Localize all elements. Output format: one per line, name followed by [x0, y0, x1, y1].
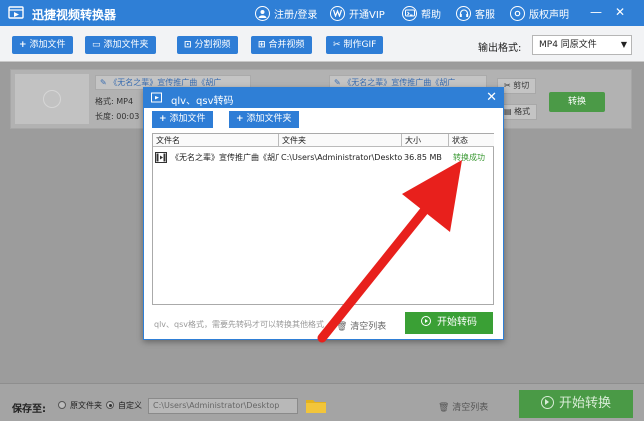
dialog-clear-list-button[interactable]: 🗑 清空列表	[336, 319, 386, 332]
crop-icon: ⊡	[184, 40, 192, 50]
close-icon[interactable]: ✕	[486, 90, 497, 105]
edit-icon: ✎	[100, 78, 110, 87]
convert-button[interactable]: 转换	[549, 92, 605, 112]
app-logo-icon	[151, 92, 162, 103]
radio-source-folder[interactable]	[58, 401, 66, 409]
radio-custom[interactable]	[106, 401, 114, 409]
col-folder[interactable]: 文件夹	[279, 134, 402, 147]
split-video-button[interactable]: ⊡ 分割视频	[177, 36, 238, 54]
nav-copyright[interactable]: 版权声明	[510, 4, 569, 22]
nav-help[interactable]: 帮助	[402, 4, 441, 22]
app-logo-icon	[8, 6, 24, 19]
nav-login[interactable]: 注册/登录	[255, 4, 317, 22]
video-thumbnail	[15, 74, 89, 124]
dialog-title: qlv、qsv转码	[171, 96, 234, 107]
output-format-select[interactable]: MP4 同原文件 ▼	[532, 35, 632, 55]
merge-icon: ⊞	[258, 40, 266, 50]
plus-icon: +	[236, 114, 244, 124]
file-duration: 长度: 00:03	[95, 112, 140, 121]
make-gif-button[interactable]: ✂ 制作GIF	[326, 36, 384, 54]
user-icon	[255, 5, 270, 21]
play-icon	[43, 90, 61, 108]
merge-video-button[interactable]: ⊞ 合并视频	[251, 36, 312, 54]
minimize-icon[interactable]: —	[588, 4, 604, 20]
dialog-hint: qlv、qsv格式，需要先转码才可以转换其他格式	[154, 320, 325, 329]
clear-list-button[interactable]: 🗑 清空列表	[438, 400, 488, 413]
qlv-qsv-dialog: qlv、qsv转码 ✕ + 添加文件 + 添加文件夹 文件名 文件夹 大小 状态 《…	[143, 87, 504, 340]
app-title: 迅捷视频转换器	[32, 8, 117, 22]
folder-icon[interactable]	[306, 398, 326, 413]
edit-icon: ✎	[334, 78, 344, 87]
col-file-name[interactable]: 文件名	[153, 134, 279, 147]
row-size: 36.85 MB	[404, 153, 442, 162]
trash-icon: 🗑	[336, 322, 351, 332]
row-file-name: 《无名之辈》宣传推广曲《胡广	[171, 153, 279, 162]
vip-icon	[330, 5, 345, 21]
start-transcode-button[interactable]: 开始转码	[405, 312, 493, 334]
plus-icon: +	[159, 114, 167, 124]
video-file-icon	[155, 152, 167, 163]
nav-service[interactable]: 客服	[456, 4, 495, 22]
close-icon[interactable]: ✕	[612, 4, 628, 20]
output-format-label: 输出格式:	[478, 43, 522, 54]
chevron-down-icon: ▼	[620, 40, 627, 49]
dialog-add-file-button[interactable]: + 添加文件	[152, 111, 213, 128]
plus-icon: +	[19, 40, 27, 50]
dialog-title-bar: qlv、qsv转码 ✕	[144, 88, 503, 108]
file-format: 格式: MP4	[95, 97, 134, 106]
start-convert-button[interactable]: 开始转换	[519, 390, 633, 418]
save-path-input[interactable]: C:\Users\Administrator\Desktop	[148, 398, 298, 414]
folder-icon: ▭	[92, 40, 101, 50]
bottom-bar: 保存至: 原文件夹 自定义 C:\Users\Administrator\Des…	[0, 383, 644, 421]
headset-icon	[456, 5, 471, 21]
dialog-add-folder-button[interactable]: + 添加文件夹	[229, 111, 299, 128]
radio-source-label: 原文件夹	[70, 401, 102, 410]
help-icon	[402, 5, 417, 21]
play-icon	[421, 316, 431, 326]
col-status[interactable]: 状态	[449, 134, 494, 147]
scissors-icon: ✂	[504, 81, 514, 90]
add-file-button[interactable]: + 添加文件	[12, 36, 73, 54]
play-icon	[540, 396, 554, 409]
title-bar: 迅捷视频转换器 注册/登录 开通VIP 帮助 客服 版权声明 — ✕	[0, 0, 644, 26]
scissors-icon: ✂	[333, 40, 341, 50]
col-size[interactable]: 大小	[402, 134, 449, 147]
save-to-label: 保存至:	[12, 404, 46, 415]
trash-icon: 🗑	[438, 403, 453, 413]
format-icon: ▤	[504, 107, 515, 116]
copyright-icon	[510, 5, 525, 21]
add-folder-button[interactable]: ▭ 添加文件夹	[85, 36, 156, 54]
row-status: 转换成功	[453, 153, 485, 162]
toolbar: + 添加文件 ▭ 添加文件夹 ⊡ 分割视频 ⊞ 合并视频 ✂ 制作GIF 输出格式: MP…	[0, 26, 644, 62]
radio-custom-label: 自定义	[118, 401, 142, 410]
file-table: 文件名 文件夹 大小 状态 《无名之辈》宣传推广曲《胡广 C:\Users\Ad…	[152, 133, 494, 305]
nav-vip[interactable]: 开通VIP	[330, 4, 385, 22]
row-folder: C:\Users\Administrator\Desktop	[281, 153, 402, 162]
